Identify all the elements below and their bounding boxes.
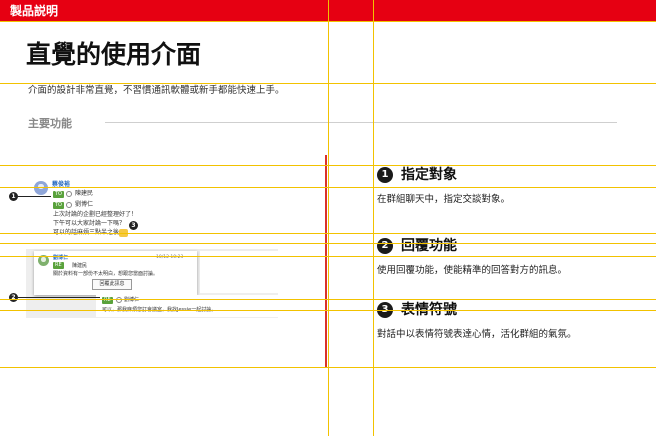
feature-2-description: 使用回覆功能，使能精準的回答對方的訊息。 (377, 265, 568, 276)
feature-2-number: 2 (377, 238, 393, 254)
person-icon (116, 297, 122, 303)
feature-1-description: 在群組聊天中，指定交談對象。 (377, 194, 511, 205)
popup-text: 關於資料有一部份不太明白，想跟您當面討論。 (53, 271, 159, 277)
to-name-1: 陳建民 (75, 190, 94, 197)
to-tag-1: TO (53, 191, 64, 198)
person-icon (66, 191, 72, 197)
guide-line (328, 0, 329, 436)
person-icon (66, 202, 72, 208)
sender-avatar (34, 181, 48, 195)
guide-line (373, 0, 374, 436)
to-name-2: 劉博仁 (75, 201, 94, 208)
page-description: 介面的設計非常直覺，不習慣通訊軟體或新手都能快速上手。 (28, 85, 285, 96)
callout-2: 2 (9, 293, 18, 302)
callout-1: 1 (9, 192, 18, 201)
chat-message-area: 蔡俊裕 TO 陳建民 TO 劉博仁 上次討論的企劃已經整理好了！ 下午可以大家討… (26, 175, 278, 245)
callout-3: 3 (129, 221, 138, 230)
to-tag-2: TO (53, 202, 64, 209)
popup-re-tag: RE (53, 262, 64, 269)
section-divider (105, 122, 617, 123)
section-label: 主要功能 (28, 117, 72, 130)
re-name: 劉博仁 (124, 297, 140, 303)
callout-1-leader (18, 196, 51, 197)
feature-3-description: 對話中以表情符號表達心情，活化群組的氣氛。 (377, 329, 577, 340)
message-line-2: 下午可以大家討論一下嗎？ (53, 220, 126, 227)
message-line-1: 上次討論的企劃已經整理好了！ (53, 211, 138, 218)
reply-button[interactable]: 回覆此訊息 (92, 279, 132, 290)
side-panel (200, 251, 278, 293)
feature-1-number: 1 (377, 167, 393, 183)
callout-2-leader (18, 297, 100, 298)
header-title: 製品説明 (10, 4, 59, 18)
popup-re-name: 陳建民 (72, 263, 88, 269)
page-title: 直覺的使用介面 (26, 40, 202, 69)
feature-2-title: 回覆功能 (401, 238, 457, 254)
feature-1-title: 指定對象 (401, 167, 457, 183)
